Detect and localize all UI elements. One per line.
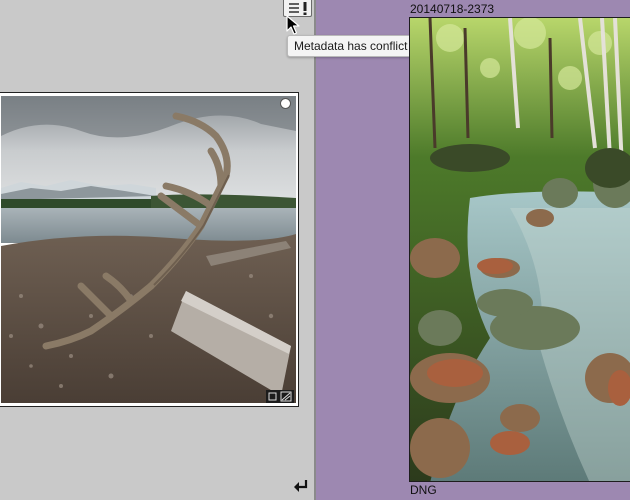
thumbnail-badges-icon <box>266 390 294 403</box>
return-arrow-icon[interactable] <box>292 479 309 494</box>
file-extension-label: DNG <box>410 483 437 497</box>
forest-stream-photo[interactable] <box>409 17 630 482</box>
circle-select-icon[interactable] <box>280 98 291 109</box>
file-name: 20140718-2373 <box>410 2 495 16</box>
thumbnail-frame-left[interactable] <box>0 92 299 407</box>
metadata-tooltip: Metadata has conflict <box>287 35 420 57</box>
mouse-cursor-icon <box>286 15 300 35</box>
antlers-photo[interactable] <box>1 96 296 403</box>
